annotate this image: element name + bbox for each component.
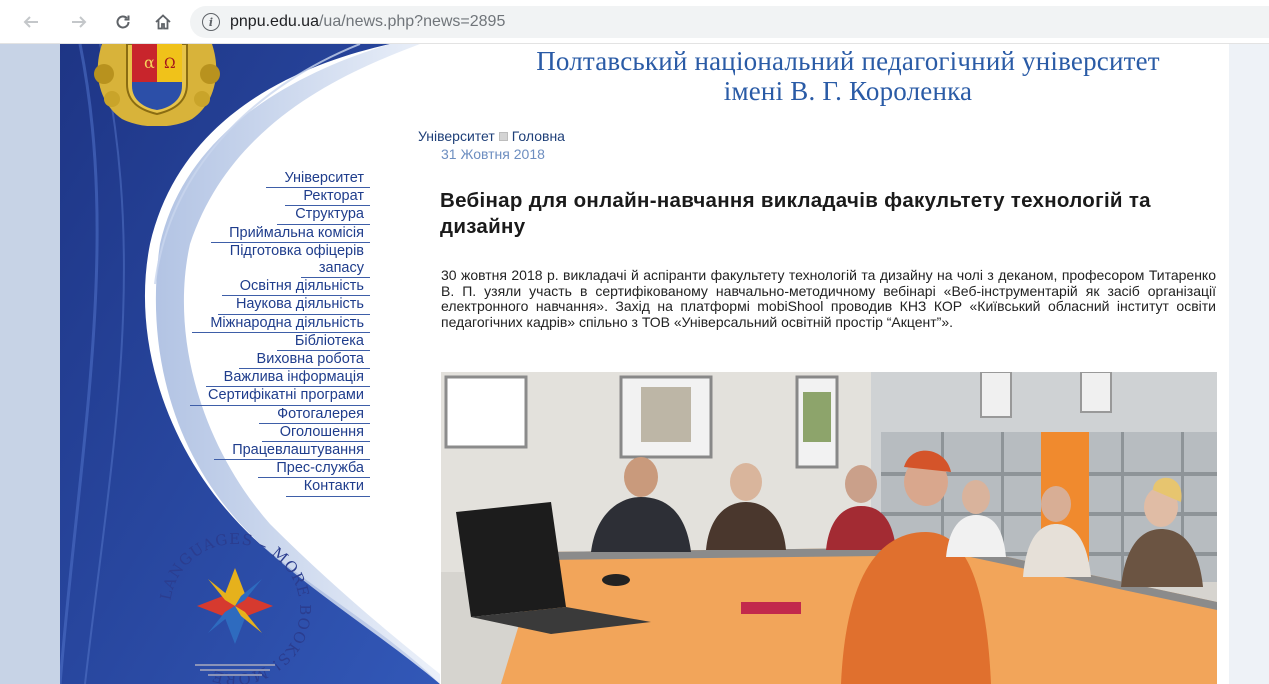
sidebar-item-structure[interactable]: Структура	[140, 206, 370, 225]
sidebar-item-announcements[interactable]: Оголошення	[140, 424, 370, 443]
sidebar-item-officer-training-reserve[interactable]: запасу	[140, 260, 370, 279]
sidebar-item-research[interactable]: Наукова діяльність	[140, 296, 370, 315]
sidebar-item-education[interactable]: Освітня діяльність	[140, 278, 370, 297]
university-crest-logo: α Ω	[94, 44, 220, 126]
sidebar-item-library[interactable]: Бібліотека	[140, 333, 370, 352]
article-photo[interactable]	[441, 372, 1217, 684]
svg-text:Ω: Ω	[164, 56, 176, 72]
back-arrow-icon[interactable]	[18, 9, 44, 35]
sidebar-item-press[interactable]: Прес-служба	[140, 460, 370, 479]
breadcrumb-home-link[interactable]: Головна	[512, 128, 565, 144]
breadcrumb: Університет Головна	[418, 128, 565, 144]
url-path: /ua/news.php?news=2895	[318, 13, 506, 30]
article-body: 30 жовтня 2018 р. викладачі й аспіранти …	[441, 267, 1216, 330]
sidebar-item-upbringing[interactable]: Виховна робота	[140, 351, 370, 370]
sidebar-item-university[interactable]: Університет	[140, 170, 370, 189]
sidebar-item-rectorate[interactable]: Ректорат	[140, 188, 370, 207]
sidebar-item-officer-training[interactable]: Підготовка офіцерів	[140, 243, 370, 260]
breadcrumb-university-link[interactable]: Університет	[418, 128, 495, 144]
sidebar-item-admissions[interactable]: Приймальна комісія	[140, 225, 370, 243]
more-languages-more-books-logo[interactable]: LANGUAGES – MORE BOOKS! MORE	[150, 514, 320, 684]
address-bar[interactable]: i pnpu.edu.ua/ua/news.php?news=2895	[190, 6, 1269, 38]
site-title-line1: Полтавський національний педагогічний ун…	[536, 46, 1160, 76]
web-page: α Ω Полтавський національний педагогічни…	[0, 44, 1269, 684]
article-title: Вебінар для онлайн-навчання викладачів ф…	[440, 189, 1151, 238]
home-icon[interactable]	[150, 9, 176, 35]
article-date: 31 Жовтня 2018	[441, 146, 545, 162]
breadcrumb-separator-icon	[498, 132, 508, 141]
reload-icon[interactable]	[110, 9, 136, 35]
sidebar-menu: Університет Ректорат Структура Приймальн…	[140, 170, 370, 497]
sidebar-item-certificate-programs[interactable]: Сертифікатні програми	[140, 387, 370, 406]
url-domain: pnpu.edu.ua	[230, 13, 319, 30]
sidebar-item-contacts[interactable]: Контакти	[140, 478, 370, 497]
site-title-line2: імені В. Г. Короленка	[723, 76, 973, 106]
svg-text:α: α	[144, 53, 155, 72]
sidebar-item-photo-gallery[interactable]: Фотогалерея	[140, 406, 370, 424]
forward-arrow-icon[interactable]	[66, 9, 92, 35]
site-title: Полтавський національний педагогічний ун…	[428, 46, 1268, 106]
browser-toolbar: i pnpu.edu.ua/ua/news.php?news=2895	[0, 0, 1269, 44]
sidebar-item-international[interactable]: Міжнародна діяльність	[140, 315, 370, 333]
info-icon[interactable]: i	[202, 13, 220, 31]
left-background-strip	[0, 44, 60, 684]
sidebar-item-employment[interactable]: Працевлаштування	[140, 442, 370, 461]
right-background-strip	[1229, 44, 1269, 684]
sidebar-item-important-info[interactable]: Важлива інформація	[140, 369, 370, 388]
